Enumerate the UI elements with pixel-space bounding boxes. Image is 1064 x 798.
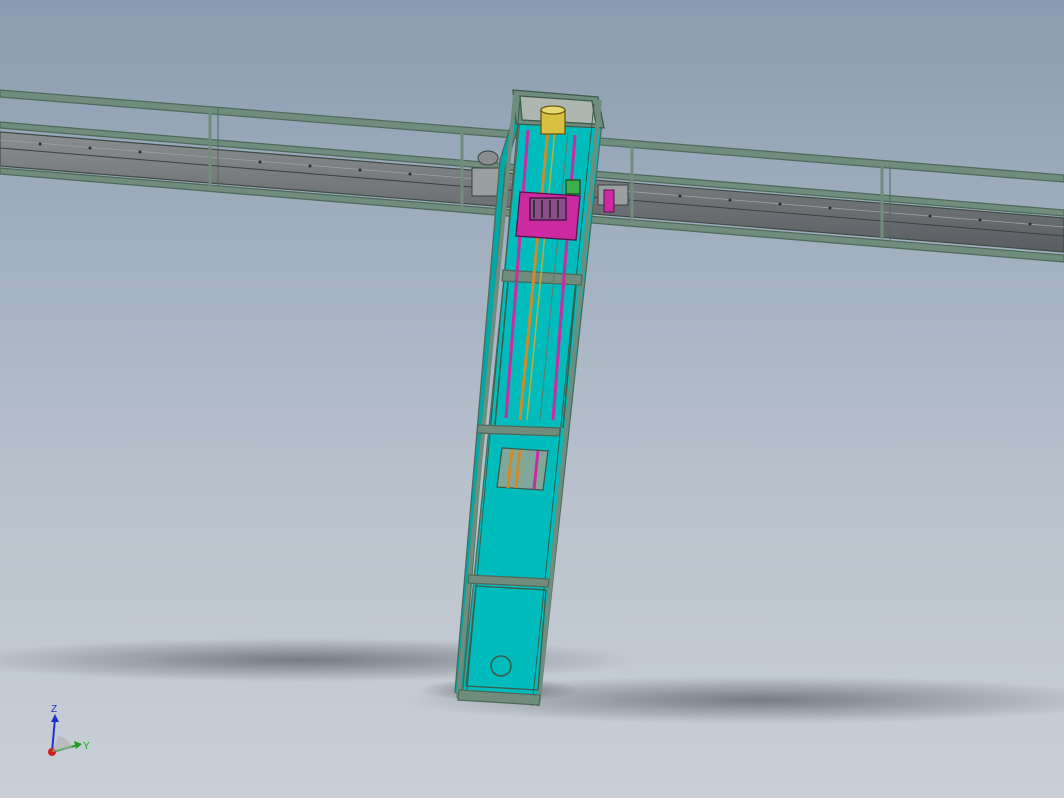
cad-viewport[interactable]: Z Y: [0, 0, 1064, 798]
y-axis-label: Y: [83, 741, 90, 752]
3d-model-view[interactable]: Z Y: [0, 0, 1064, 798]
axis-triad: Z Y: [48, 704, 90, 756]
z-axis-label: Z: [51, 704, 57, 715]
